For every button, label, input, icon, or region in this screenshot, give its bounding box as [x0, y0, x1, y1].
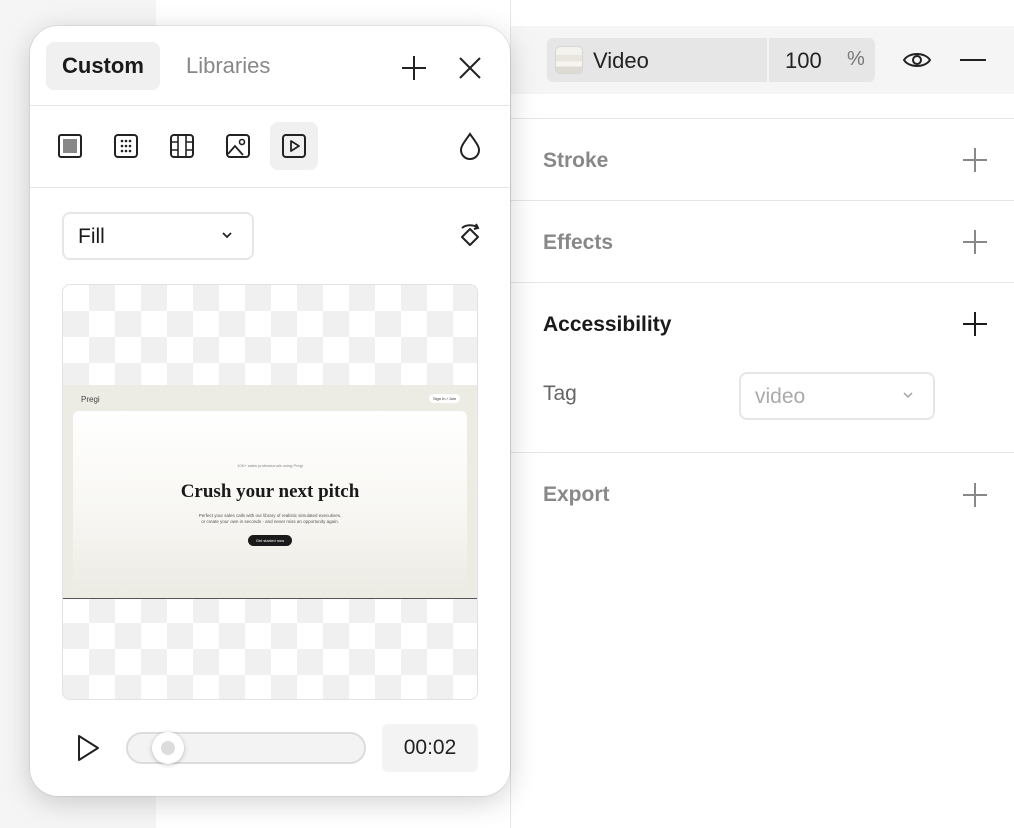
gradient-fill-icon	[114, 134, 138, 158]
tab-custom[interactable]: Custom	[46, 42, 160, 90]
preview-hero-card: 10K+ sales professionals using Pregi Cru…	[73, 411, 467, 591]
preview-cta: Get started now	[248, 535, 292, 546]
add-effect-button[interactable]	[961, 228, 989, 256]
chevron-down-icon	[222, 232, 232, 239]
playback-time: 00:02	[382, 724, 478, 772]
tag-label: Tag	[543, 382, 577, 405]
scrubber-handle[interactable]	[151, 732, 184, 764]
export-title: Export	[543, 483, 610, 506]
effects-section: Effects	[511, 200, 1014, 282]
gradient-fill-button[interactable]	[102, 122, 150, 170]
preview-signin: Sign In / Join	[429, 394, 461, 403]
fill-picker-popup: Custom Libraries Fill Pregi Sign In / Jo…	[30, 26, 510, 796]
plus-icon	[963, 483, 987, 507]
plus-icon	[402, 56, 426, 80]
fill-swatch[interactable]	[555, 46, 583, 74]
preview-headline: Crush your next pitch	[180, 481, 360, 502]
fill-type-row	[30, 106, 510, 188]
export-section: Export	[511, 452, 1014, 534]
add-style-button[interactable]	[398, 52, 430, 84]
fill-layer-chip[interactable]: Video	[547, 38, 767, 82]
properties-panel: Video 100 % Stroke Effects Accessibility…	[510, 0, 1014, 828]
video-preview[interactable]: Pregi Sign In / Join 10K+ sales professi…	[62, 284, 478, 700]
play-icon	[78, 735, 99, 761]
fill-layer-name: Video	[593, 48, 649, 73]
pattern-fill-button[interactable]	[158, 122, 206, 170]
drop-icon	[459, 132, 481, 160]
plus-icon	[963, 148, 987, 172]
solid-fill-button[interactable]	[46, 122, 94, 170]
video-fill-button[interactable]	[270, 122, 318, 170]
chevron-down-icon	[903, 392, 913, 399]
close-picker-button[interactable]	[454, 52, 486, 84]
accessibility-title: Accessibility	[543, 313, 672, 336]
tab-libraries[interactable]: Libraries	[170, 42, 286, 90]
preview-logo: Pregi	[81, 395, 100, 404]
stroke-section: Stroke	[511, 118, 1014, 200]
add-accessibility-button[interactable]	[961, 310, 989, 338]
preview-social-proof: 10K+ sales professionals using Pregi	[237, 463, 303, 468]
visibility-toggle[interactable]	[899, 46, 935, 74]
pattern-fill-icon	[170, 134, 194, 158]
rotate-icon	[461, 223, 480, 246]
image-fill-icon	[226, 134, 250, 158]
blend-mode-button[interactable]	[446, 122, 494, 170]
fill-opacity-input[interactable]: 100 %	[769, 38, 875, 82]
opacity-value: 100	[785, 48, 822, 73]
solid-fill-icon	[58, 134, 82, 158]
fill-mode-value: Fill	[78, 225, 105, 248]
add-export-button[interactable]	[961, 481, 989, 509]
picker-tabs: Custom Libraries	[30, 26, 510, 106]
minus-icon	[960, 59, 986, 61]
opacity-unit: %	[847, 48, 865, 70]
close-icon	[459, 57, 481, 79]
rotate-media-button[interactable]	[452, 218, 488, 254]
fill-layer-row: Video 100 %	[511, 26, 1014, 94]
tag-select[interactable]: video	[739, 372, 935, 420]
plus-icon	[963, 230, 987, 254]
playback-scrubber[interactable]	[126, 732, 366, 764]
effects-title: Effects	[543, 231, 614, 254]
add-stroke-button[interactable]	[961, 146, 989, 174]
preview-subtext-1: Perfect your sales calls with our librar…	[198, 513, 342, 518]
plus-icon	[963, 312, 987, 336]
accessibility-section: Accessibility	[511, 282, 1014, 452]
eye-icon	[902, 53, 932, 67]
playback-controls: 00:02	[30, 722, 510, 774]
tag-value: video	[755, 385, 806, 408]
video-fill-icon	[282, 134, 306, 158]
image-fill-button[interactable]	[214, 122, 262, 170]
stroke-title: Stroke	[543, 149, 609, 172]
remove-fill-button[interactable]	[957, 46, 989, 74]
play-button[interactable]	[70, 730, 106, 766]
fill-mode-select[interactable]: Fill	[62, 212, 254, 260]
video-frame: Pregi Sign In / Join 10K+ sales professi…	[63, 385, 477, 599]
preview-subtext-2: or create your own in seconds - and neve…	[201, 519, 339, 524]
